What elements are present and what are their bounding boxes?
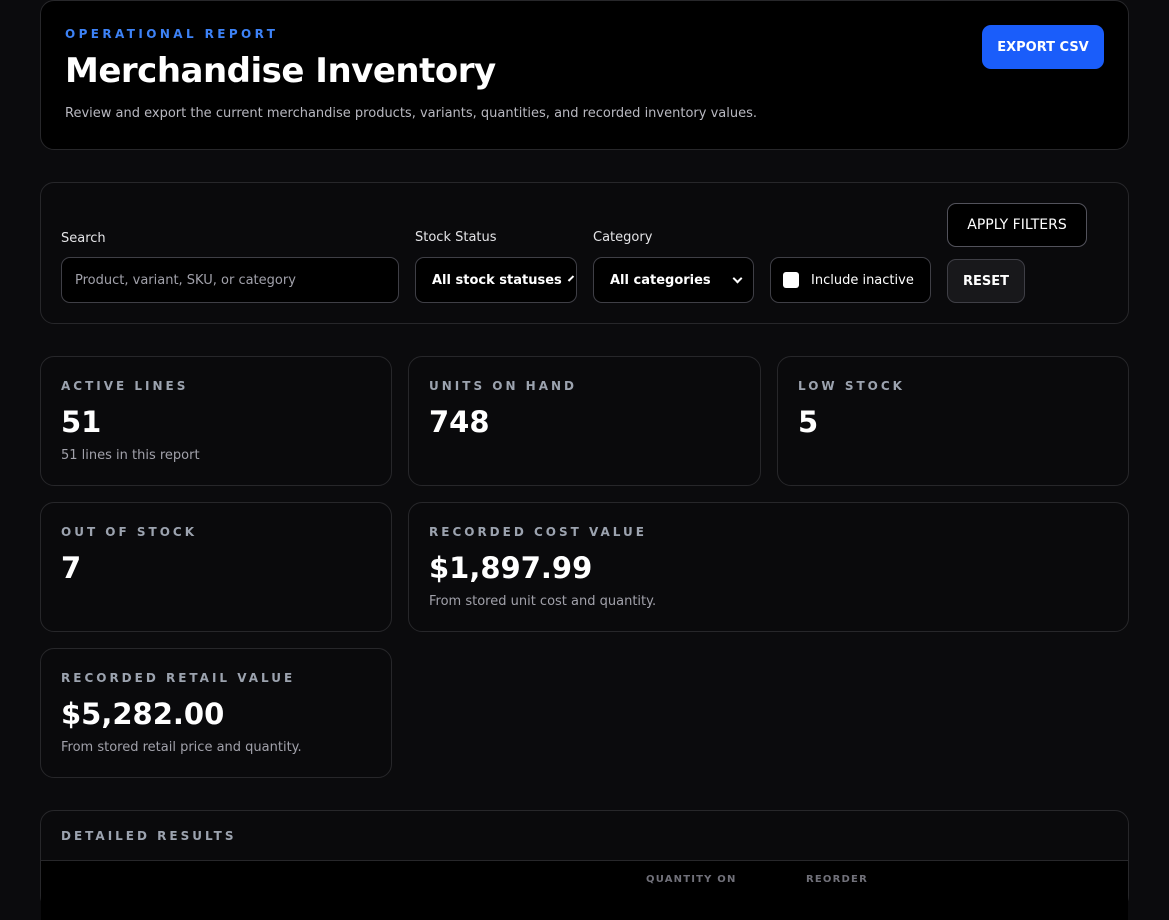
stat-label: LOW STOCK <box>798 379 905 393</box>
stat-card-low-stock: LOW STOCK 5 <box>777 356 1129 486</box>
stat-note: 51 lines in this report <box>61 448 200 463</box>
reset-button[interactable]: RESET <box>947 259 1025 303</box>
chevron-down-icon <box>732 273 743 283</box>
stat-value: $5,282.00 <box>61 697 225 731</box>
stat-note: From stored retail price and quantity. <box>61 740 302 755</box>
column-header-reorder[interactable]: REORDER <box>806 874 868 885</box>
category-select[interactable]: All categories <box>593 257 754 303</box>
stock-status-select[interactable]: All stock statuses <box>415 257 577 303</box>
report-header: OPERATIONAL REPORT Merchandise Inventory… <box>40 0 1129 150</box>
stat-value: 51 <box>61 405 102 439</box>
include-inactive-toggle[interactable]: Include inactive <box>770 257 931 303</box>
stat-card-units-on-hand: UNITS ON HAND 748 <box>408 356 761 486</box>
apply-filters-button[interactable]: APPLY FILTERS <box>947 203 1087 247</box>
page-title: Merchandise Inventory <box>65 51 496 91</box>
stat-value: 748 <box>429 405 490 439</box>
stat-label: ACTIVE LINES <box>61 379 189 393</box>
stat-label: RECORDED RETAIL VALUE <box>61 671 296 685</box>
results-title: DETAILED RESULTS <box>61 829 237 843</box>
stat-label: RECORDED COST VALUE <box>429 525 647 539</box>
category-value: All categories <box>610 272 711 288</box>
stat-card-recorded-retail-value: RECORDED RETAIL VALUE $5,282.00 From sto… <box>40 648 392 778</box>
stat-value: $1,897.99 <box>429 551 593 585</box>
page-description: Review and export the current merchandis… <box>65 106 757 121</box>
search-input[interactable] <box>61 257 399 303</box>
filters-panel: Search Stock Status All stock statuses C… <box>40 182 1129 324</box>
chevron-down-icon <box>567 274 574 282</box>
report-eyebrow: OPERATIONAL REPORT <box>65 27 279 41</box>
detailed-results-panel: DETAILED RESULTS QUANTITY ON REORDER <box>40 810 1129 920</box>
include-inactive-label: Include inactive <box>811 272 914 288</box>
stat-note: From stored unit cost and quantity. <box>429 594 657 609</box>
stat-label: OUT OF STOCK <box>61 525 198 539</box>
column-header-quantity-on[interactable]: QUANTITY ON <box>646 874 737 885</box>
stat-card-out-of-stock: OUT OF STOCK 7 <box>40 502 392 632</box>
export-csv-button[interactable]: EXPORT CSV <box>982 25 1104 69</box>
category-label: Category <box>593 230 653 245</box>
stat-label: UNITS ON HAND <box>429 379 578 393</box>
stock-status-value: All stock statuses <box>432 272 562 288</box>
search-label: Search <box>61 231 106 246</box>
include-inactive-checkbox[interactable] <box>783 272 799 288</box>
stat-value: 7 <box>61 551 82 585</box>
stock-status-label: Stock Status <box>415 230 497 245</box>
stat-card-active-lines: ACTIVE LINES 51 51 lines in this report <box>40 356 392 486</box>
results-table-header: QUANTITY ON REORDER <box>41 860 1128 920</box>
stat-card-recorded-cost-value: RECORDED COST VALUE $1,897.99 From store… <box>408 502 1129 632</box>
stat-value: 5 <box>798 405 819 439</box>
